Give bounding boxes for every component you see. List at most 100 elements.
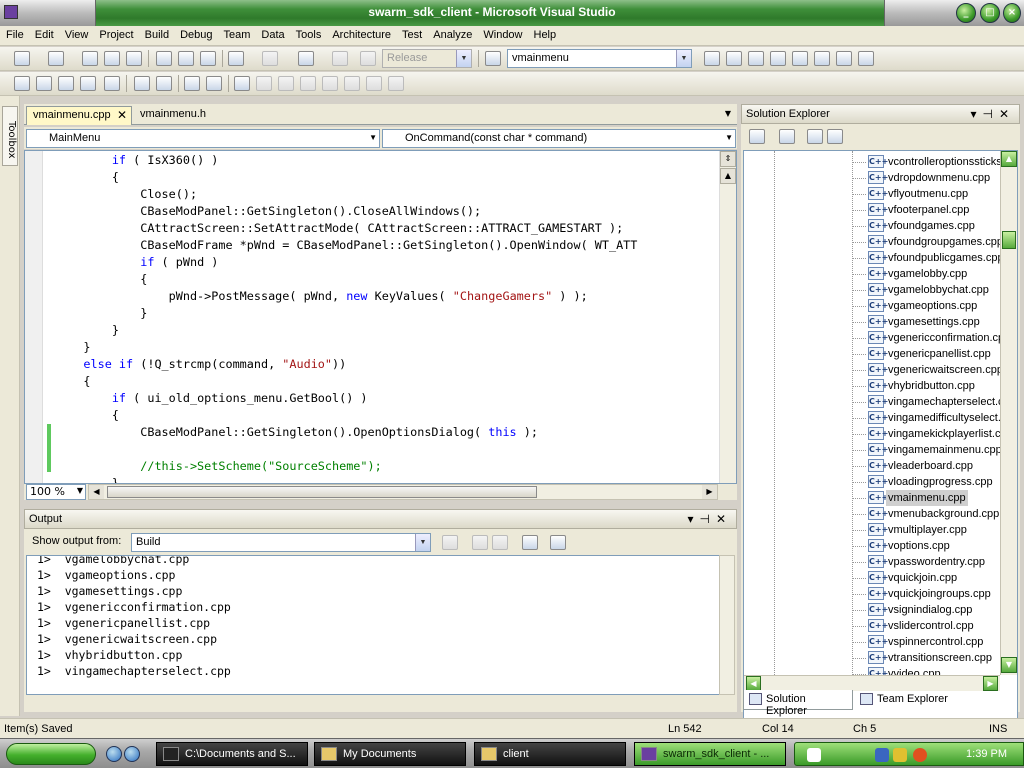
previous-bookmark-in-document-icon[interactable] bbox=[344, 76, 360, 91]
next-bookmark-icon[interactable] bbox=[278, 76, 294, 91]
output-horizontal-scrollbar[interactable] bbox=[26, 695, 739, 711]
scroll-down-icon[interactable]: ▼ bbox=[1001, 657, 1017, 673]
save-icon[interactable] bbox=[104, 51, 120, 66]
show-all-files-icon[interactable] bbox=[779, 129, 795, 144]
undo-icon[interactable] bbox=[228, 51, 244, 66]
menu-debug[interactable]: Debug bbox=[174, 26, 217, 41]
menu-team[interactable]: Team bbox=[218, 26, 256, 41]
solution-tree[interactable]: C++ vcontrolleroptionssticks C++ vdropdownm… bbox=[743, 150, 1018, 768]
tree-vertical-scrollbar[interactable]: ▲ ▼ bbox=[1000, 151, 1017, 675]
display-parameter-info-icon[interactable] bbox=[36, 76, 52, 91]
uncomment-lines-icon[interactable] bbox=[206, 76, 222, 91]
class-view-icon[interactable] bbox=[827, 129, 843, 144]
find-in-files-icon[interactable] bbox=[485, 51, 501, 66]
start-debugging-icon[interactable] bbox=[360, 51, 376, 66]
visual-studio-icon[interactable] bbox=[4, 5, 18, 19]
start-page-icon[interactable] bbox=[814, 51, 830, 66]
file-item[interactable]: C++ vcontrolleroptionssticks bbox=[852, 154, 1012, 170]
code-editor[interactable]: if ( IsX360() ) { Close(); CBaseModPanel… bbox=[24, 150, 737, 484]
navigate-backward-icon[interactable] bbox=[298, 51, 314, 66]
file-item[interactable]: C++ vmultiplayer.cpp bbox=[852, 522, 1012, 538]
file-item[interactable]: C++ vingamemainmenu.cpp bbox=[852, 442, 1012, 458]
toggle-word-wrap-icon[interactable] bbox=[550, 535, 566, 550]
navigate-forward-icon[interactable] bbox=[332, 51, 348, 66]
file-item[interactable]: C++ vgamesettings.cpp bbox=[852, 314, 1012, 330]
previous-bookmark-icon[interactable] bbox=[256, 76, 272, 91]
file-item[interactable]: C++ vingamedifficultyselect. bbox=[852, 410, 1012, 426]
file-item[interactable]: C++ vgamelobby.cpp bbox=[852, 266, 1012, 282]
minimize-button[interactable]: _ bbox=[956, 3, 976, 23]
network-icon[interactable] bbox=[875, 748, 889, 762]
editor-horizontal-scrollbar[interactable]: ◀ ▶ bbox=[88, 484, 718, 500]
save-all-icon[interactable] bbox=[126, 51, 142, 66]
file-item[interactable]: C++ vspinnercontrol.cpp bbox=[852, 634, 1012, 650]
go-to-previous-message-icon[interactable] bbox=[472, 535, 488, 550]
cut-icon[interactable] bbox=[156, 51, 172, 66]
scroll-left-icon[interactable]: ◀ bbox=[746, 676, 761, 691]
file-item[interactable]: C++ vdropdownmenu.cpp bbox=[852, 170, 1012, 186]
quick-launch-icon[interactable] bbox=[124, 746, 140, 762]
properties-icon[interactable] bbox=[749, 129, 765, 144]
file-item[interactable]: C++ vquickjoin.cpp bbox=[852, 570, 1012, 586]
next-bookmark-in-folder-icon[interactable] bbox=[322, 76, 338, 91]
new-project-icon[interactable] bbox=[14, 51, 30, 66]
file-item[interactable]: C++ voptions.cpp bbox=[852, 538, 1012, 554]
file-item[interactable]: C++ vingamechapterselect.cpp bbox=[852, 394, 1016, 410]
file-item[interactable]: C++ vfoundgames.cpp bbox=[852, 218, 1012, 234]
file-item[interactable]: C++ vtransitionscreen.cpp bbox=[852, 650, 1012, 666]
increase-indent-icon[interactable] bbox=[134, 76, 150, 91]
toggle-bookmark-icon[interactable] bbox=[234, 76, 250, 91]
paste-icon[interactable] bbox=[200, 51, 216, 66]
outdent-icon[interactable] bbox=[156, 76, 172, 91]
menu-test[interactable]: Test bbox=[396, 26, 427, 41]
add-item-icon[interactable] bbox=[48, 51, 64, 66]
tab-team-explorer[interactable]: Team Explorer bbox=[855, 690, 965, 710]
tab-vmainmenu-h[interactable]: vmainmenu.h bbox=[134, 106, 224, 125]
code-area[interactable]: if ( IsX360() ) { Close(); CBaseModPanel… bbox=[55, 151, 720, 483]
previous-bookmark-in-folder-icon[interactable] bbox=[300, 76, 316, 91]
menu-architecture[interactable]: Architecture bbox=[326, 26, 396, 41]
output-source-combo[interactable]: Build ▼ bbox=[131, 533, 431, 552]
file-item[interactable]: C++ vloadingprogress.cpp bbox=[852, 474, 1012, 490]
refresh-icon[interactable] bbox=[807, 129, 823, 144]
scroll-thumb[interactable] bbox=[107, 486, 537, 498]
file-item[interactable]: C++ vfoundpublicgames.cpp bbox=[852, 250, 1012, 266]
menu-edit[interactable]: Edit bbox=[29, 26, 59, 41]
clock[interactable]: 1:39 PM bbox=[966, 748, 1007, 760]
file-item[interactable]: C++ vleaderboard.cpp bbox=[852, 458, 1012, 474]
object-browser-icon[interactable] bbox=[748, 51, 764, 66]
taskbar-button-my-documents[interactable]: My Documents bbox=[314, 742, 466, 766]
menu-project[interactable]: Project bbox=[93, 26, 138, 41]
next-bookmark-in-document-icon[interactable] bbox=[366, 76, 382, 91]
toolbox-tab[interactable]: Toolbox bbox=[2, 106, 18, 166]
clear-bookmarks-icon[interactable] bbox=[388, 76, 404, 91]
open-file-icon[interactable] bbox=[82, 51, 98, 66]
taskbar-button-client[interactable]: client bbox=[474, 742, 626, 766]
toolbox-icon[interactable] bbox=[770, 51, 786, 66]
scroll-right-icon[interactable]: ▶ bbox=[983, 676, 998, 691]
output-text-area[interactable]: 1> vgamelobbychat.cpp 1> vgameoptions.cpp… bbox=[26, 555, 721, 695]
taskbar-button-command-prompt[interactable]: C:\Documents and S... bbox=[156, 742, 308, 766]
output-vertical-scrollbar[interactable] bbox=[719, 555, 735, 695]
find-combo[interactable]: vmainmenu ▼ bbox=[507, 49, 692, 68]
scroll-right-icon[interactable]: ▶ bbox=[702, 485, 717, 499]
scroll-up-icon[interactable]: ▲ bbox=[720, 168, 736, 184]
zoom-combo[interactable]: 100 % ▼ bbox=[26, 484, 86, 500]
clear-all-icon[interactable] bbox=[522, 535, 538, 550]
extension-manager-icon[interactable] bbox=[836, 51, 852, 66]
scroll-thumb[interactable] bbox=[1002, 231, 1016, 249]
comment-lines-icon[interactable] bbox=[184, 76, 200, 91]
properties-icon[interactable] bbox=[726, 51, 742, 66]
menu-help[interactable]: Help bbox=[528, 26, 562, 41]
menu-window[interactable]: Window bbox=[477, 26, 527, 41]
file-item[interactable]: C++ vgenericconfirmation.cpp bbox=[852, 330, 1012, 346]
menu-data[interactable]: Data bbox=[255, 26, 289, 41]
display-word-completion-icon[interactable] bbox=[80, 76, 96, 91]
file-item[interactable]: C++ vmenubackground.cpp bbox=[852, 506, 1012, 522]
file-item[interactable]: C++ vflyoutmenu.cpp bbox=[852, 186, 1012, 202]
search-icon[interactable] bbox=[913, 748, 927, 762]
display-quick-info-icon[interactable] bbox=[58, 76, 74, 91]
file-item[interactable]: C++ vgenericpanellist.cpp bbox=[852, 346, 1012, 362]
menu-tools[interactable]: Tools bbox=[290, 26, 327, 41]
file-item[interactable]: C++ vfoundgroupgames.cpp bbox=[852, 234, 1012, 250]
